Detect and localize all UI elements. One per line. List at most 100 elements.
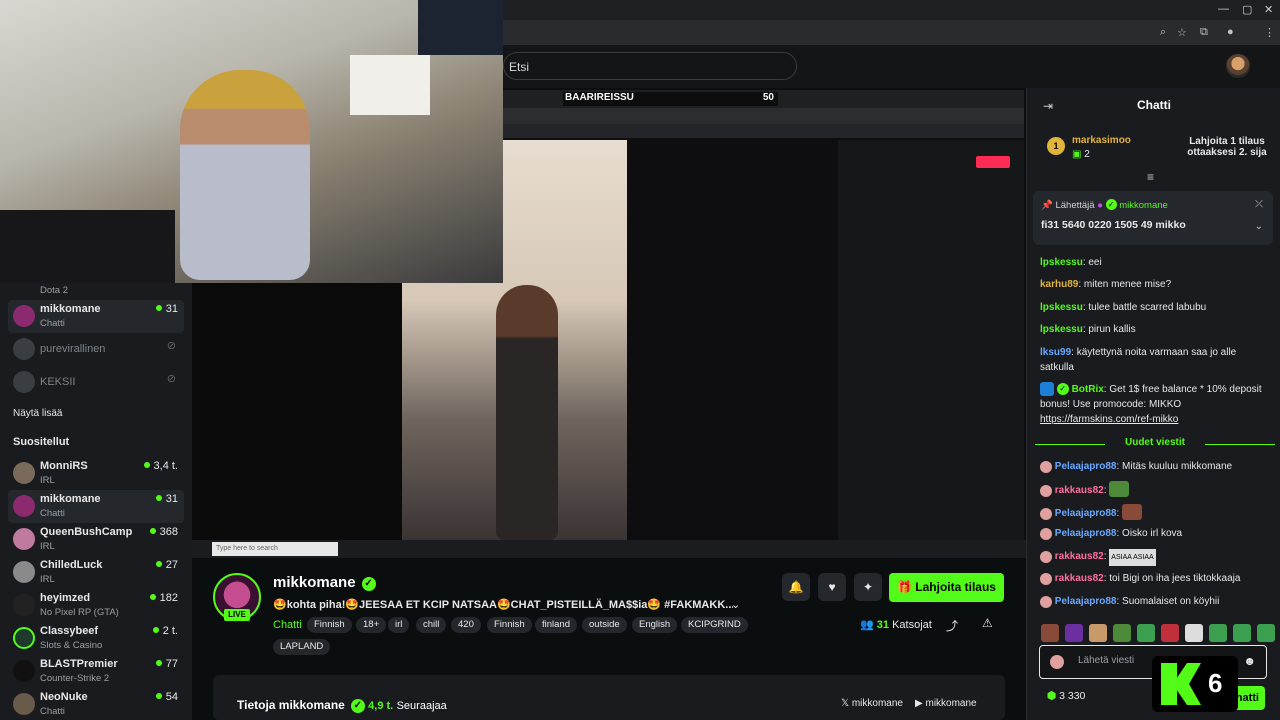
sidebar-item-neonuke[interactable]: NeoNuke Chatti 54 <box>8 688 184 720</box>
live-dot-icon <box>155 561 162 567</box>
user-avatar[interactable] <box>1226 54 1250 78</box>
tag[interactable]: irl <box>388 617 410 633</box>
menu-icon[interactable]: ⋮ <box>1264 26 1275 39</box>
social-x-link[interactable]: 𝕏 mikkomane <box>841 698 903 709</box>
avatar <box>13 627 35 649</box>
avatar <box>13 561 35 583</box>
chat-message: karhu89: miten menee mise? <box>1040 279 1172 290</box>
extensions-icon[interactable]: ⧉ <box>1200 26 1208 39</box>
user-badge-icon <box>1040 508 1052 520</box>
follow-heart-button[interactable]: ♥ <box>818 573 846 601</box>
pinned-message[interactable]: 📌 Lähettäjä ● ✓ mikkomane ⤫ fi31 5640 02… <box>1033 191 1273 245</box>
emote-icon[interactable] <box>1209 624 1227 642</box>
sidebar-item-category: No Pixel RP (GTA) <box>40 607 119 618</box>
tag[interactable]: Finnish <box>307 617 352 633</box>
unpin-icon[interactable]: ⤫ <box>1255 199 1263 210</box>
user-badge-icon <box>1040 485 1052 497</box>
live-badge: LIVE <box>224 609 250 621</box>
emote-icon[interactable] <box>1089 624 1107 642</box>
streamer-figure <box>180 70 310 280</box>
report-icon[interactable]: ⚠ <box>982 616 993 630</box>
emote-icon[interactable] <box>1041 624 1059 642</box>
sidebar-item-chilledluck[interactable]: ChilledLuck IRL 27 <box>8 556 184 589</box>
sidebar-item-category: Slots & Casino <box>40 640 103 651</box>
white-table <box>350 55 430 115</box>
viewer-count: 31 <box>155 303 178 315</box>
emote-icon[interactable] <box>1257 624 1275 642</box>
emote-icon[interactable] <box>1113 624 1131 642</box>
live-dot-icon <box>155 693 162 699</box>
tag[interactable]: Finnish <box>487 617 532 633</box>
avatar <box>13 693 35 715</box>
zoom-icon[interactable]: ⌕ <box>1160 26 1166 39</box>
sidebar-item-keksii[interactable]: KEKSII ⊘ <box>8 366 184 399</box>
sidebar-top-category: Dota 2 <box>40 285 68 296</box>
chat-message: Pelaajapro88: Oisko irl kova <box>1040 526 1272 541</box>
channel-name[interactable]: mikkomane <box>273 574 356 591</box>
sidebar-item-purevirallinen[interactable]: purevirallinen ⊘ <box>8 333 184 366</box>
chevron-down-icon[interactable]: ⌄ <box>731 598 740 611</box>
chevron-down-icon[interactable]: ⌄ <box>1255 221 1263 232</box>
chat-message: lpskessu: tulee battle scarred labubu <box>1040 302 1207 313</box>
tag[interactable]: English <box>632 617 678 633</box>
tag[interactable]: 420 <box>451 617 481 633</box>
bot-link[interactable]: https://farmskins.com/ref-mikko <box>1040 414 1178 425</box>
sidebar-item-heyimzed[interactable]: heyimzed No Pixel RP (GTA) 182 <box>8 589 184 622</box>
notification-bell-button[interactable]: 🔔 <box>782 573 810 601</box>
gift-subscription-button[interactable]: 🎁 Lahjoita tilaus <box>889 573 1004 602</box>
tag[interactable]: finland <box>535 617 577 633</box>
channel-points[interactable]: ⬢ 3 330 <box>1047 690 1085 702</box>
live-dot-icon <box>152 627 159 633</box>
viewer-count: 54 <box>155 691 178 703</box>
chat-title: Chatti <box>1137 98 1171 112</box>
sidebar-item-blastpremier[interactable]: BLASTPremier Counter-Strike 2 77 <box>8 655 184 688</box>
user-badge-icon <box>1040 461 1052 473</box>
mic-icon: ● <box>1097 200 1103 211</box>
emote-icon[interactable] <box>1185 624 1203 642</box>
chat-message: Pelaajapro88: Mitäs kuuluu mikkomane <box>1040 459 1272 474</box>
x-icon: 𝕏 <box>841 698 850 709</box>
close-icon[interactable]: ✕ <box>1264 3 1273 16</box>
emote-icon[interactable] <box>1137 624 1155 642</box>
tag[interactable]: outside <box>582 617 627 633</box>
leaderboard-score: ▣ 2 <box>1072 149 1090 160</box>
emoji-icon[interactable]: ☻ <box>1243 654 1256 668</box>
sidebar-item-mikkomane[interactable]: mikkomane Chatti 31 <box>8 300 184 333</box>
sidebar-item-name: NeoNuke <box>40 691 88 703</box>
rank-badge: 1 <box>1047 137 1065 155</box>
share-icon[interactable]: ⤴ <box>946 617 958 634</box>
avatar <box>13 371 35 393</box>
new-messages-divider: Uudet viestit <box>1035 437 1275 451</box>
viewer-count-row: 👥 31 Katsojat <box>860 618 932 631</box>
stream-category[interactable]: Chatti <box>273 619 302 631</box>
filter-icon[interactable]: ≡ <box>1147 170 1154 184</box>
gift-leaderboard[interactable]: 1 markasimoo ▣ 2 Lahjoita 1 tilaus ottaa… <box>1047 132 1277 162</box>
kick-logo-icon <box>1161 663 1201 705</box>
bookmark-star-icon[interactable]: ☆ <box>1177 26 1187 39</box>
sidebar-item-category: IRL <box>40 574 55 585</box>
user-badge-icon <box>1040 528 1052 540</box>
avatar <box>13 660 35 682</box>
tag[interactable]: LAPLAND <box>273 639 331 655</box>
sidebar-item-classybeef[interactable]: Classybeef Slots & Casino 2 t. <box>8 622 184 655</box>
show-more-link[interactable]: Näytä lisää <box>13 408 62 419</box>
viewer-count: 77 <box>155 658 178 670</box>
social-youtube-link[interactable]: ▶ mikkomane <box>915 698 977 709</box>
sidebar-item-queenbushcamp[interactable]: QueenBushCamp IRL 368 <box>8 523 184 556</box>
emote-icon[interactable] <box>1233 624 1251 642</box>
tag[interactable]: 18+ <box>356 617 387 633</box>
tag[interactable]: KCIPGRIND <box>681 617 748 633</box>
emote-icon[interactable] <box>1161 624 1179 642</box>
emote-icon[interactable] <box>1065 624 1083 642</box>
sidebar-item-name: MonniRS <box>40 460 88 472</box>
minimize-icon[interactable]: — <box>1218 3 1229 15</box>
sidebar-item-mikkomane-recommended[interactable]: mikkomane Chatti 31 <box>8 490 184 523</box>
sparkle-button[interactable]: ✦ <box>854 573 882 601</box>
avatar <box>13 305 35 327</box>
stream-title-text: BAARIREISSU <box>565 92 634 103</box>
search-input[interactable]: Etsi <box>503 52 797 80</box>
tag[interactable]: chill <box>416 617 447 633</box>
sidebar-item-monnirs[interactable]: MonniRS IRL 3,4 t. <box>8 457 184 490</box>
maximize-icon[interactable]: ▢ <box>1242 3 1252 16</box>
profile-icon[interactable]: ● <box>1227 26 1234 38</box>
